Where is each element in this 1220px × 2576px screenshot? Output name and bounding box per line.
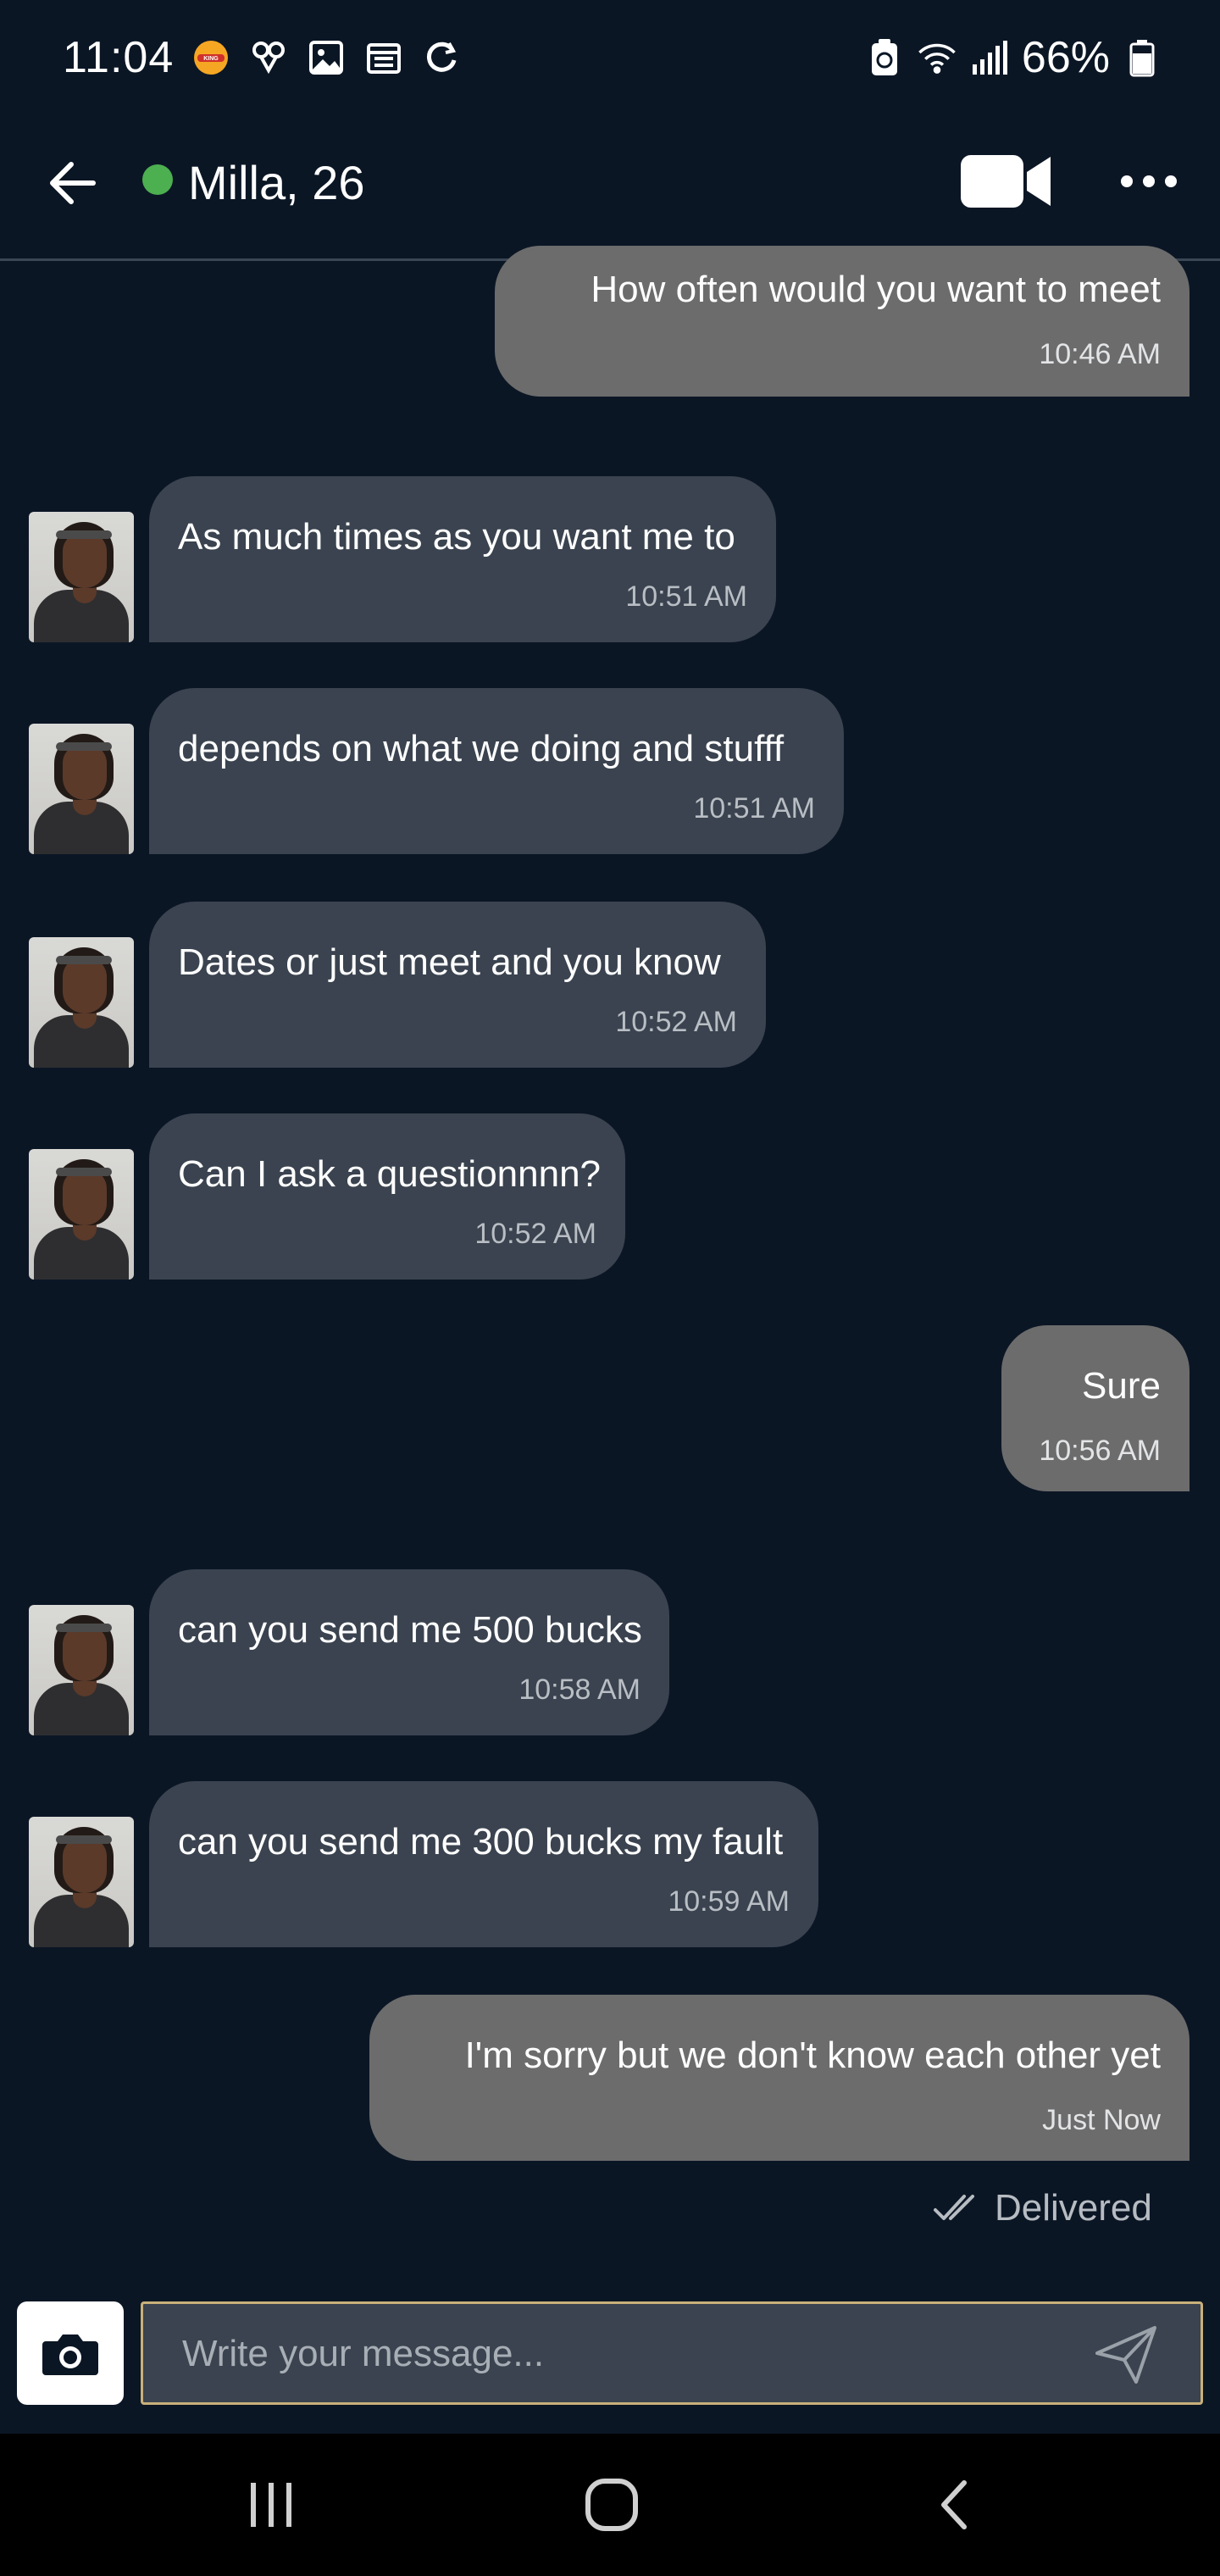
chevron-left-icon — [941, 2480, 967, 2529]
avatar[interactable] — [29, 1605, 134, 1735]
avatar[interactable] — [29, 1817, 134, 1947]
recent-apps-icon — [251, 2483, 291, 2527]
network-icon — [248, 37, 289, 78]
status-time: 11:04 — [63, 33, 175, 82]
incoming-message[interactable]: As much times as you want me to 10:51 AM — [149, 476, 776, 642]
message-text: I'm sorry but we don't know each other y… — [464, 2035, 1161, 2076]
message-text: Dates or just meet and you know — [178, 941, 721, 983]
video-camera-icon — [961, 155, 1051, 208]
send-button[interactable] — [1092, 2323, 1160, 2387]
camera-button[interactable] — [17, 2301, 124, 2405]
message-time: 10:51 AM — [693, 792, 815, 824]
incoming-message[interactable]: Dates or just meet and you know 10:52 AM — [149, 902, 766, 1068]
more-dots-icon — [1121, 175, 1177, 187]
incoming-message[interactable]: can you send me 500 bucks 10:58 AM — [149, 1569, 669, 1735]
battery-percent: 66% — [1021, 33, 1110, 82]
message-time: 10:51 AM — [625, 580, 747, 613]
camera-icon — [42, 2334, 98, 2375]
home-icon — [585, 2479, 638, 2531]
svg-text:KING: KING — [204, 56, 219, 62]
message-text: Can I ask a questionnnn? — [178, 1153, 602, 1195]
message-time: 10:46 AM — [1039, 338, 1161, 370]
incoming-message[interactable]: Can I ask a questionnnn? 10:52 AM — [149, 1113, 625, 1280]
avatar[interactable] — [29, 512, 134, 642]
avatar[interactable] — [29, 724, 134, 854]
message-input[interactable] — [182, 2326, 1063, 2382]
status-bar: 11:04 KING 66% — [0, 0, 1220, 115]
wifi-icon — [917, 37, 957, 78]
message-text: depends on what we doing and stufff — [178, 728, 785, 769]
message-time: 10:52 AM — [615, 1006, 737, 1038]
message-time: 10:58 AM — [518, 1674, 640, 1706]
back-button[interactable] — [42, 153, 103, 214]
delivery-status: Delivered — [932, 2183, 1152, 2234]
burger-king-icon: KING — [191, 37, 231, 78]
status-left: 11:04 KING — [63, 32, 462, 83]
send-icon — [1095, 2326, 1156, 2384]
outgoing-message[interactable]: How often would you want to meet 10:46 A… — [495, 246, 1190, 397]
double-check-icon — [934, 2195, 974, 2220]
video-call-button[interactable] — [957, 147, 1056, 215]
battery-saver-icon — [864, 37, 905, 78]
signal-icon — [969, 37, 1010, 78]
contact-name[interactable]: Milla, 26 — [188, 149, 365, 217]
message-text: How often would you want to meet — [591, 269, 1161, 310]
message-composer — [141, 2301, 1203, 2405]
outgoing-message[interactable]: I'm sorry but we don't know each other y… — [369, 1995, 1190, 2161]
sync-icon — [421, 37, 462, 78]
battery-icon — [1122, 37, 1162, 78]
back-arrow-icon — [50, 162, 96, 204]
online-status-dot — [142, 164, 173, 195]
incoming-message[interactable]: can you send me 300 bucks my fault 10:59… — [149, 1781, 818, 1947]
status-right: 66% — [864, 32, 1162, 83]
recent-apps-button[interactable] — [229, 2471, 313, 2539]
message-time: Just Now — [1042, 2104, 1161, 2136]
message-time: 10:56 AM — [1039, 1435, 1161, 1467]
incoming-message[interactable]: depends on what we doing and stufff 10:5… — [149, 688, 844, 854]
more-options-button[interactable] — [1117, 154, 1181, 208]
back-nav-button[interactable] — [912, 2471, 996, 2539]
message-time: 10:59 AM — [668, 1885, 790, 1918]
gallery-icon — [306, 37, 347, 78]
calendar-icon — [363, 37, 404, 78]
delivery-status-label: Delivered — [995, 2187, 1152, 2229]
chat-header: Milla, 26 — [0, 115, 1220, 261]
message-text: Sure — [1082, 1365, 1161, 1407]
message-text: can you send me 500 bucks — [178, 1609, 642, 1651]
message-text: As much times as you want me to — [178, 516, 735, 558]
message-text: can you send me 300 bucks my fault — [178, 1821, 784, 1863]
system-nav-bar — [0, 2434, 1220, 2576]
home-button[interactable] — [569, 2471, 654, 2539]
avatar[interactable] — [29, 1149, 134, 1280]
outgoing-message[interactable]: Sure 10:56 AM — [1001, 1325, 1190, 1491]
message-time: 10:52 AM — [474, 1218, 596, 1250]
avatar[interactable] — [29, 937, 134, 1068]
